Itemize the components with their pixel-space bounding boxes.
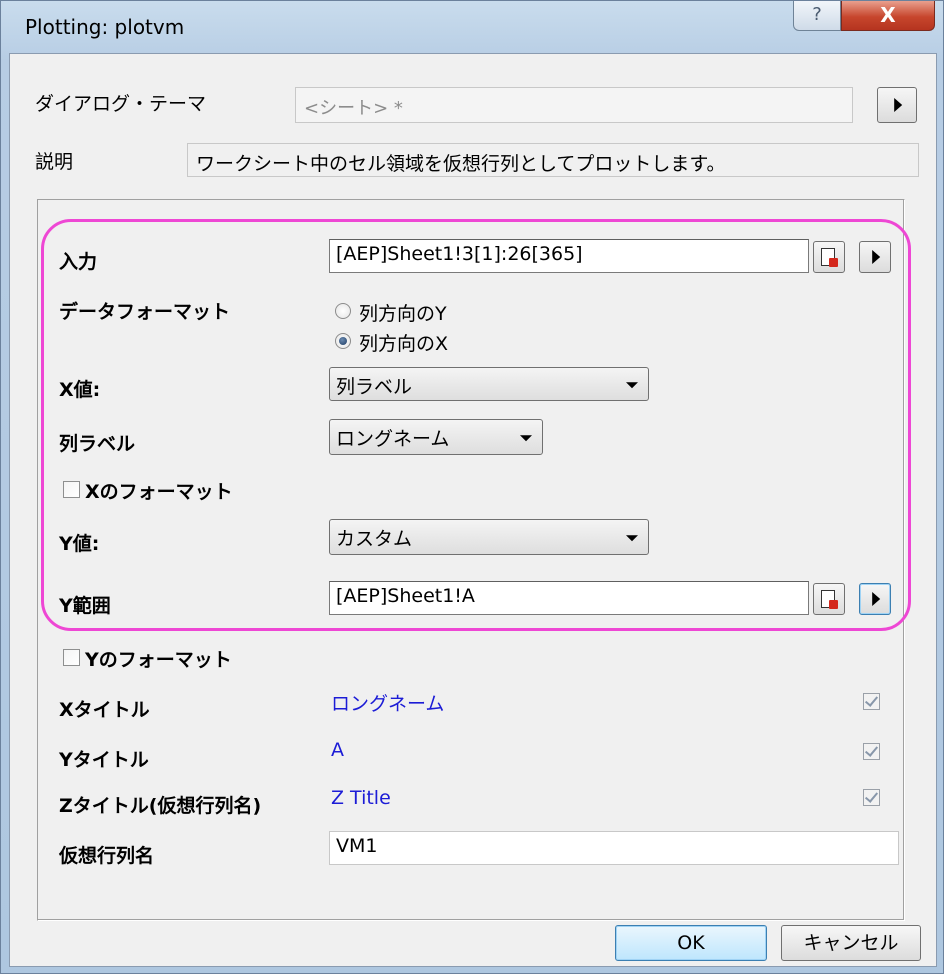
radio-x-in-column[interactable] — [335, 333, 351, 349]
theme-label: ダイアログ・テーマ — [35, 93, 207, 115]
radio-y-in-column-label[interactable]: 列方向のY — [359, 299, 447, 326]
help-button[interactable]: ? — [793, 1, 841, 31]
y-format-checkbox[interactable] — [63, 649, 80, 666]
description-text: ワークシート中のセル領域を仮想行列としてプロットします。 — [187, 143, 919, 177]
vm-name-label: 仮想行列名 — [59, 845, 155, 867]
z-title-value[interactable]: Z Title — [331, 787, 391, 809]
radio-y-in-column[interactable] — [335, 303, 351, 319]
input-menu-button[interactable] — [859, 241, 891, 273]
z-title-label: Zタイトル(仮想行列名) — [59, 795, 262, 817]
chevron-down-icon — [626, 382, 638, 389]
chevron-down-icon — [520, 435, 532, 442]
cancel-button-label: キャンセル — [803, 932, 899, 954]
y-value-dropdown[interactable]: カスタム — [329, 519, 649, 555]
checkmark-icon — [864, 789, 879, 803]
right-arrow-icon — [894, 98, 903, 112]
input-label: 入力 — [59, 251, 98, 273]
column-label-label: 列ラベル — [59, 433, 136, 455]
vm-name-field[interactable]: VM1 — [329, 831, 899, 865]
y-range-field[interactable]: [AEP]Sheet1!A — [329, 581, 809, 615]
window-title: Plotting: plotvm — [25, 15, 185, 39]
y-format-label[interactable]: Yのフォーマット — [85, 645, 232, 672]
y-title-label: Yタイトル — [59, 749, 149, 771]
ok-button-label: OK — [677, 932, 705, 954]
data-format-label: データフォーマット — [59, 301, 231, 323]
input-select-range-button[interactable] — [813, 241, 845, 273]
x-value-label: X値: — [59, 379, 101, 401]
y-title-value[interactable]: A — [331, 739, 344, 761]
x-title-value[interactable]: ロングネーム — [331, 689, 444, 716]
close-button[interactable]: X — [841, 1, 935, 31]
right-arrow-icon — [872, 592, 881, 606]
y-value-selected: カスタム — [336, 528, 413, 550]
theme-menu-button[interactable] — [877, 87, 917, 123]
x-format-checkbox[interactable] — [63, 481, 80, 498]
y-range-select-range-button[interactable] — [813, 583, 845, 615]
x-title-checkbox[interactable] — [863, 693, 880, 710]
column-label-selected: ロングネーム — [336, 428, 450, 450]
checkmark-icon — [864, 693, 879, 707]
checkmark-icon — [864, 743, 879, 757]
description-label: 説明 — [35, 151, 74, 173]
x-format-label[interactable]: Xのフォーマット — [85, 477, 233, 504]
y-range-menu-button[interactable] — [859, 583, 891, 615]
input-field[interactable]: [AEP]Sheet1!3[1]:26[365] — [329, 239, 809, 273]
cancel-button[interactable]: キャンセル — [781, 925, 921, 961]
theme-field[interactable]: <シート> * — [295, 87, 853, 123]
y-title-checkbox[interactable] — [863, 743, 880, 760]
title-bar[interactable]: Plotting: plotvm ? X — [1, 1, 944, 53]
x-value-dropdown[interactable]: 列ラベル — [329, 367, 649, 401]
chevron-down-icon — [626, 535, 638, 542]
y-value-label: Y値: — [59, 533, 100, 555]
ok-button[interactable]: OK — [615, 925, 767, 961]
y-range-label: Y範囲 — [59, 595, 111, 617]
x-value-selected: 列ラベル — [336, 376, 413, 398]
radio-x-in-column-label[interactable]: 列方向のX — [359, 329, 448, 356]
dialog-window: Plotting: plotvm ? X ダイアログ・テーマ <シート> * 説… — [0, 0, 944, 974]
right-arrow-icon — [872, 250, 881, 264]
x-title-label: Xタイトル — [59, 699, 150, 721]
z-title-checkbox[interactable] — [863, 789, 880, 806]
column-label-dropdown[interactable]: ロングネーム — [329, 419, 543, 455]
